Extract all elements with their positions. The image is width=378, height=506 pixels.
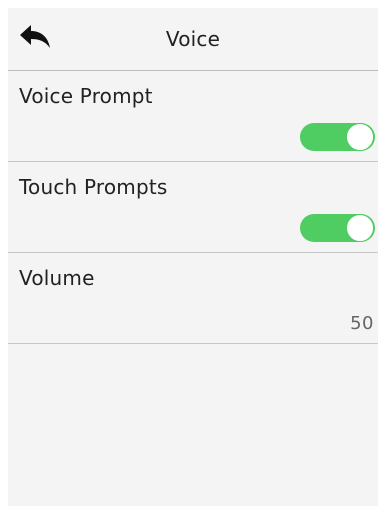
- toggle-knob: [346, 123, 374, 151]
- volume-value: 50: [350, 313, 374, 334]
- voice-prompt-row[interactable]: Voice Prompt: [8, 71, 378, 162]
- voice-prompt-toggle[interactable]: [300, 123, 375, 151]
- volume-label: Volume: [19, 266, 95, 290]
- touch-prompts-label: Touch Prompts: [19, 175, 168, 199]
- voice-prompt-label: Voice Prompt: [19, 84, 153, 108]
- touch-prompts-row[interactable]: Touch Prompts: [8, 162, 378, 253]
- toggle-knob: [346, 214, 374, 242]
- header-bar: Voice: [8, 8, 378, 71]
- volume-row[interactable]: Volume 50: [8, 253, 378, 344]
- touch-prompts-toggle[interactable]: [300, 214, 375, 242]
- voice-settings-screen: Voice Voice Prompt Touch Prompts Volume …: [8, 8, 378, 506]
- page-title: Voice: [165, 27, 221, 51]
